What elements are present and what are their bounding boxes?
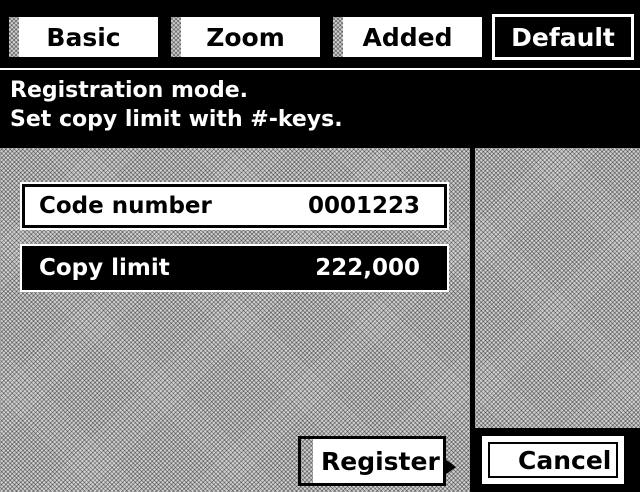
tab-shade [9,17,19,57]
arrow-right-icon [627,455,638,471]
tab-shade [171,17,181,57]
register-button[interactable]: Register [298,436,456,486]
button-shade [301,439,313,483]
tab-added-label: Added [362,22,453,52]
copy-limit-value: 222,000 [315,255,420,281]
message-line-1: Registration mode. [10,78,249,103]
tab-basic-label: Basic [46,22,121,52]
code-number-label: Code number [39,193,212,219]
cancel-button-label: Cancel [518,445,612,475]
register-button-label: Register [321,446,440,476]
copy-limit-field[interactable]: Copy limit 222,000 [20,244,449,292]
code-number-field[interactable]: Code number 0001223 [20,182,449,230]
copier-panel-screen: Basic Zoom Added Default Registration mo… [0,0,640,492]
message-line-2: Set copy limit with #-keys. [10,107,343,132]
tab-default[interactable]: Default [489,11,637,63]
copy-limit-label: Copy limit [39,255,170,281]
arrow-right-icon [445,459,456,475]
tab-zoom[interactable]: Zoom [168,14,323,60]
tab-added[interactable]: Added [330,14,485,60]
tab-default-label: Default [511,22,615,52]
tab-shade [333,17,343,57]
cancel-button[interactable]: Cancel [478,432,638,488]
tab-basic[interactable]: Basic [6,14,161,60]
message-bar: Registration mode. Set copy limit with #… [0,68,640,144]
code-number-value: 0001223 [307,193,420,219]
tab-zoom-label: Zoom [206,22,285,52]
